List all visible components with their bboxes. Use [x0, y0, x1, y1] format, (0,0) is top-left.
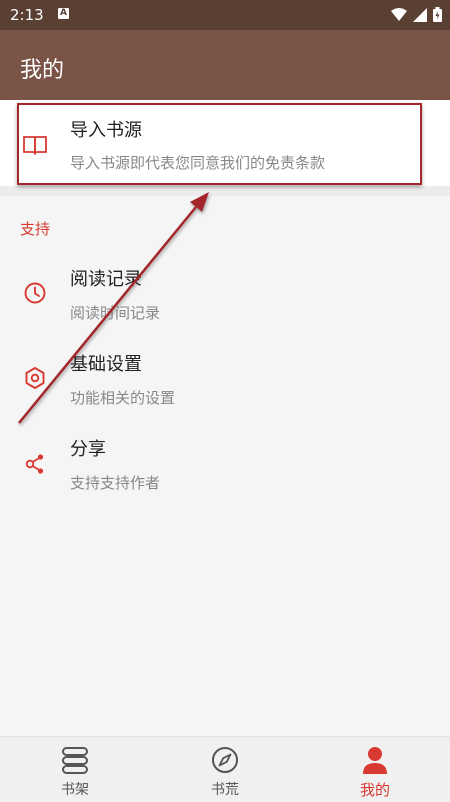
status-time: 2:13 — [10, 6, 44, 24]
import-source-item[interactable]: 导入书源 导入书源即代表您同意我们的免责条款 — [0, 100, 450, 186]
support-section-heading: 支持 — [20, 220, 51, 238]
import-source-title: 导入书源 — [70, 120, 142, 141]
notification-a-icon: A — [58, 8, 69, 19]
bookshelf-icon — [62, 747, 88, 774]
clock-icon — [24, 282, 46, 304]
system-icons — [391, 7, 442, 22]
app-bar: 我的 — [0, 30, 450, 100]
wifi-icon — [391, 7, 407, 21]
reading-record-subtitle: 阅读时间记录 — [70, 304, 161, 322]
nav-bookshelf[interactable]: 书架 — [0, 737, 150, 802]
person-icon — [363, 747, 387, 774]
battery-icon — [433, 7, 442, 22]
status-bar: 2:13 A — [0, 0, 450, 30]
reading-record-item[interactable]: 阅读记录 阅读时间记录 — [0, 255, 450, 335]
settings-icon — [25, 367, 45, 389]
share-title: 分享 — [70, 439, 106, 460]
bottom-navigation: 书架 书荒 我的 — [0, 736, 450, 802]
page-title: 我的 — [20, 58, 65, 83]
basic-settings-item[interactable]: 基础设置 功能相关的设置 — [0, 340, 450, 420]
nav-bookshelf-label: 书架 — [61, 782, 89, 798]
share-icon — [25, 454, 44, 474]
share-subtitle: 支持支持作者 — [70, 474, 161, 492]
nav-book-shortage-label: 书荒 — [211, 782, 239, 798]
signal-icon — [413, 7, 427, 22]
section-divider — [0, 186, 450, 196]
compass-icon — [212, 747, 238, 773]
basic-settings-title: 基础设置 — [70, 354, 142, 375]
share-item[interactable]: 分享 支持支持作者 — [0, 425, 450, 505]
book-icon — [23, 136, 47, 156]
import-source-subtitle: 导入书源即代表您同意我们的免责条款 — [70, 154, 326, 172]
nav-mine-label: 我的 — [359, 781, 390, 799]
basic-settings-subtitle: 功能相关的设置 — [70, 389, 176, 407]
reading-record-title: 阅读记录 — [70, 269, 142, 290]
nav-mine[interactable]: 我的 — [300, 737, 450, 802]
nav-book-shortage[interactable]: 书荒 — [150, 737, 300, 802]
